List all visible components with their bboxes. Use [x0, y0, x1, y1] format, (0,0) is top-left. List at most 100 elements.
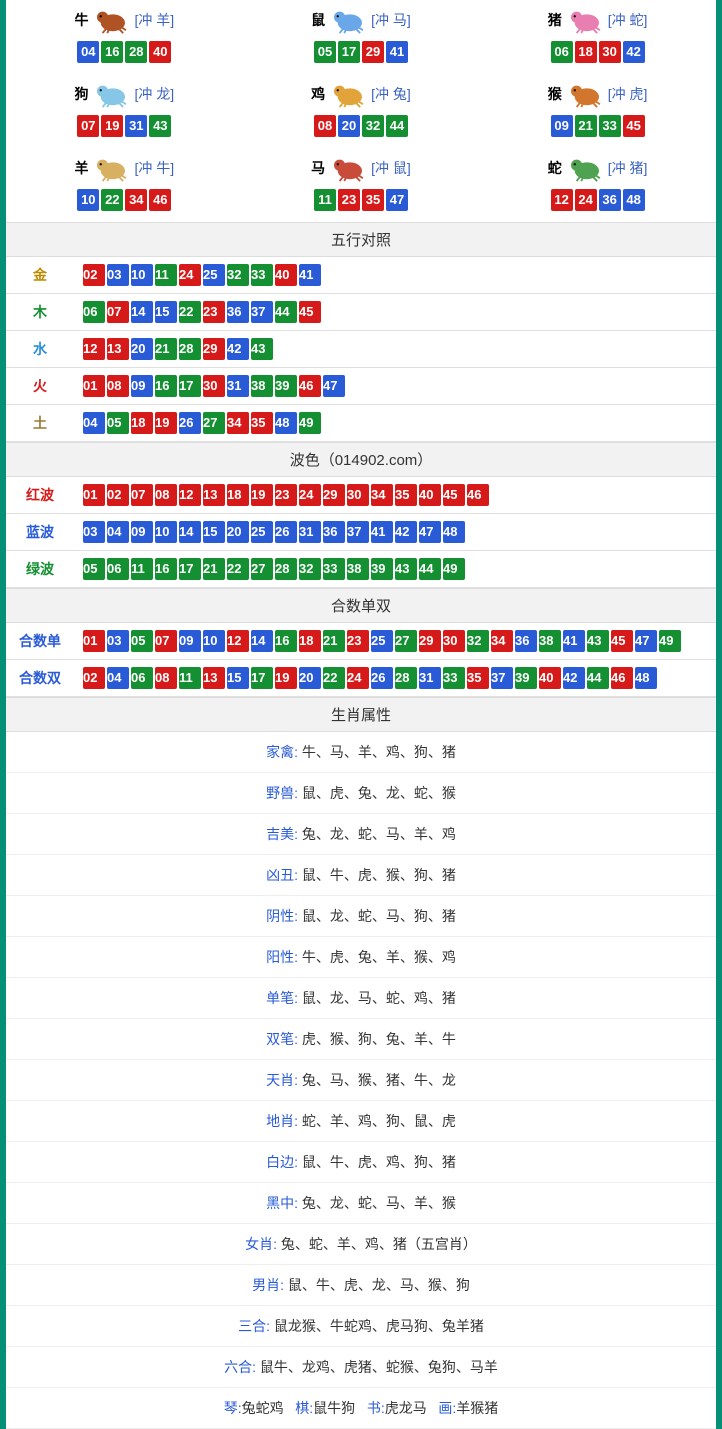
number-ball: 44 — [587, 667, 609, 689]
number-ball: 14 — [179, 521, 201, 543]
number-ball: 30 — [203, 375, 225, 397]
number-ball: 34 — [371, 484, 393, 506]
number-ball: 08 — [155, 667, 177, 689]
number-ball: 49 — [299, 412, 321, 434]
attr-row: 女肖: 兔、蛇、羊、鸡、猪（五宫肖） — [6, 1224, 716, 1265]
number-ball: 12 — [227, 630, 249, 652]
table-row: 红波0102070812131819232429303435404546 — [6, 477, 716, 514]
number-ball: 43 — [587, 630, 609, 652]
attr-key: 双笔: — [266, 1031, 302, 1047]
row-label: 水 — [6, 331, 74, 368]
attr-key: 三合: — [238, 1318, 274, 1334]
number-ball: 33 — [251, 264, 273, 286]
number-ball: 05 — [314, 41, 336, 63]
number-ball: 14 — [251, 630, 273, 652]
number-ball: 15 — [227, 667, 249, 689]
horse-icon — [329, 154, 367, 182]
number-ball: 03 — [83, 521, 105, 543]
shuxing-list: 家禽: 牛、马、羊、鸡、狗、猪野兽: 鼠、虎、兔、龙、蛇、猴吉美: 兔、龙、蛇、… — [6, 732, 716, 1429]
attr-row: 野兽: 鼠、虎、兔、龙、蛇、猴 — [6, 773, 716, 814]
table-row: 土04051819262734354849 — [6, 405, 716, 442]
zodiac-clash: [冲 羊] — [134, 10, 174, 30]
number-ball: 23 — [338, 189, 360, 211]
zodiac-cell: 狗[冲 龙]07193143 — [6, 74, 243, 148]
rooster-icon — [329, 80, 367, 108]
number-ball: 06 — [107, 558, 129, 580]
attr-row: 地肖: 蛇、羊、鸡、狗、鼠、虎 — [6, 1101, 716, 1142]
number-ball: 41 — [386, 41, 408, 63]
number-ball: 41 — [371, 521, 393, 543]
number-ball: 22 — [101, 189, 123, 211]
zodiac-cell: 羊[冲 牛]10223446 — [6, 148, 243, 222]
number-ball: 45 — [443, 484, 465, 506]
goat-icon — [92, 154, 130, 182]
number-ball: 04 — [77, 41, 99, 63]
number-ball: 38 — [251, 375, 273, 397]
number-ball: 22 — [227, 558, 249, 580]
zodiac-name: 猴 — [548, 84, 562, 104]
number-ball: 39 — [515, 667, 537, 689]
zodiac-grid: 牛[冲 羊]04162840鼠[冲 马]05172941猪[冲 蛇]061830… — [6, 0, 716, 222]
attr-row: 阳性: 牛、虎、兔、羊、猴、鸡 — [6, 937, 716, 978]
zodiac-clash: [冲 鼠] — [371, 158, 411, 178]
attr-val: 虎、猴、狗、兔、羊、牛 — [302, 1031, 456, 1047]
number-ball: 06 — [131, 667, 153, 689]
number-ball: 45 — [611, 630, 633, 652]
number-ball: 20 — [131, 338, 153, 360]
attr-val: 鼠牛、龙鸡、虎猪、蛇猴、兔狗、马羊 — [260, 1359, 498, 1375]
number-ball: 10 — [77, 189, 99, 211]
number-ball: 48 — [275, 412, 297, 434]
row-balls: 05061116172122272832333839434449 — [74, 551, 716, 588]
number-ball: 16 — [155, 375, 177, 397]
number-ball: 46 — [611, 667, 633, 689]
attr-row: 单笔: 鼠、龙、马、蛇、鸡、猪 — [6, 978, 716, 1019]
number-ball: 19 — [155, 412, 177, 434]
zodiac-clash: [冲 马] — [371, 10, 411, 30]
number-ball: 17 — [251, 667, 273, 689]
row-balls: 03040910141520252631363741424748 — [74, 514, 716, 551]
bose-title: 波色（014902.com） — [6, 442, 716, 477]
number-ball: 02 — [83, 264, 105, 286]
number-ball: 11 — [155, 264, 177, 286]
number-ball: 28 — [395, 667, 417, 689]
number-ball: 12 — [551, 189, 573, 211]
number-ball: 30 — [347, 484, 369, 506]
attr-key: 白边: — [266, 1154, 302, 1170]
number-ball: 09 — [179, 630, 201, 652]
zodiac-clash: [冲 虎] — [608, 84, 648, 104]
number-ball: 11 — [179, 667, 201, 689]
number-ball: 49 — [443, 558, 465, 580]
number-ball: 26 — [371, 667, 393, 689]
number-ball: 37 — [347, 521, 369, 543]
number-ball: 45 — [299, 301, 321, 323]
zodiac-name: 蛇 — [548, 158, 562, 178]
table-row: 合数双0204060811131517192022242628313335373… — [6, 660, 716, 697]
number-ball: 07 — [131, 484, 153, 506]
attr-row: 凶丑: 鼠、牛、虎、猴、狗、猪 — [6, 855, 716, 896]
number-ball: 21 — [203, 558, 225, 580]
zodiac-balls: 10223446 — [6, 188, 243, 212]
number-ball: 42 — [563, 667, 585, 689]
number-ball: 32 — [227, 264, 249, 286]
number-ball: 12 — [179, 484, 201, 506]
number-ball: 08 — [107, 375, 129, 397]
number-ball: 43 — [149, 115, 171, 137]
attr-row: 黑中: 兔、龙、蛇、马、羊、猴 — [6, 1183, 716, 1224]
attr-val: 兔蛇鸡 — [242, 1400, 284, 1416]
number-ball: 13 — [203, 484, 225, 506]
number-ball: 48 — [635, 667, 657, 689]
number-ball: 25 — [371, 630, 393, 652]
number-ball: 24 — [299, 484, 321, 506]
number-ball: 35 — [362, 189, 384, 211]
snake-icon — [566, 154, 604, 182]
number-ball: 20 — [227, 521, 249, 543]
zodiac-clash: [冲 兔] — [371, 84, 411, 104]
number-ball: 46 — [149, 189, 171, 211]
number-ball: 40 — [149, 41, 171, 63]
attr-val: 鼠、龙、马、蛇、鸡、猪 — [302, 990, 456, 1006]
number-ball: 23 — [275, 484, 297, 506]
zodiac-clash: [冲 猪] — [608, 158, 648, 178]
number-ball: 20 — [299, 667, 321, 689]
number-ball: 27 — [203, 412, 225, 434]
number-ball: 09 — [131, 521, 153, 543]
